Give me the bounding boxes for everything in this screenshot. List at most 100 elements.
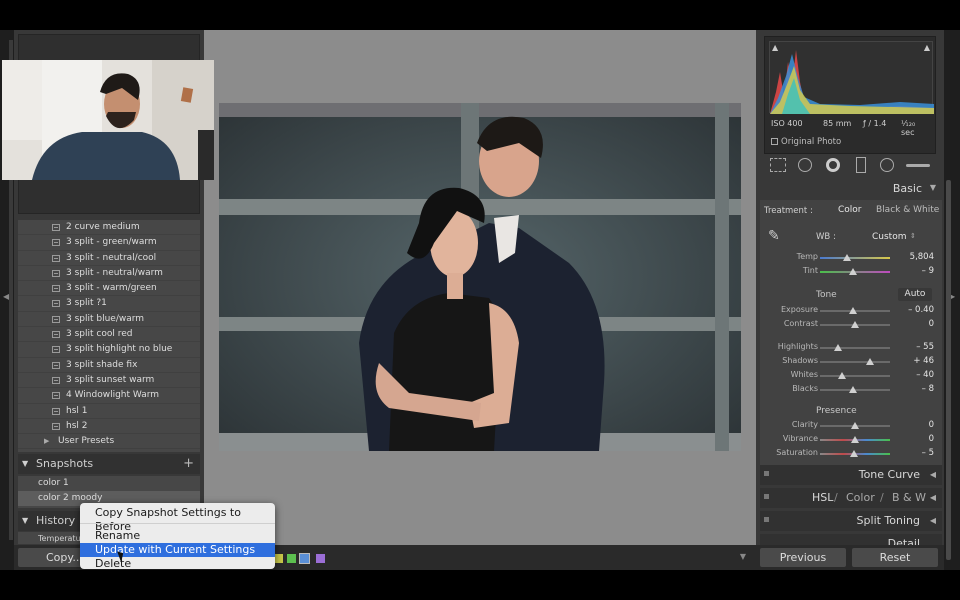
preset-icon — [52, 269, 60, 277]
preset-item[interactable]: hsl 1 — [18, 404, 200, 419]
expand-triangle-icon: ◀ — [929, 470, 936, 479]
toolbar-dropdown-icon[interactable]: ▼ — [740, 552, 746, 561]
whites-slider[interactable] — [820, 372, 890, 379]
color-label-green[interactable] — [287, 554, 296, 563]
hsl-header[interactable]: HSL / Color / B & W ◀ — [760, 488, 942, 508]
detail-header[interactable]: Detail — [760, 534, 942, 545]
slider-knob[interactable] — [833, 344, 842, 351]
expand-triangle-icon: ◀ — [929, 516, 936, 525]
treatment-bw-option[interactable]: Black & White — [876, 205, 939, 215]
wb-dropdown-icon[interactable]: ⇕ — [910, 232, 916, 240]
preset-item[interactable]: 3 split - neutral/cool — [18, 251, 200, 266]
exposure-row[interactable]: Exposure – 0.40 — [760, 305, 942, 317]
preset-item[interactable]: 3 split highlight no blue — [18, 342, 200, 358]
slider-knob[interactable] — [848, 268, 857, 275]
shadow-clipping-icon[interactable]: ▲ — [772, 43, 778, 52]
reset-button[interactable]: Reset — [852, 548, 938, 567]
eyedropper-icon[interactable]: ✎ — [768, 228, 780, 244]
slider-knob[interactable] — [851, 321, 859, 328]
histogram-graph[interactable]: ▲ ▲ — [769, 41, 934, 114]
preset-item[interactable]: 2 curve medium — [18, 220, 200, 236]
preset-item[interactable]: 3 split shade fix — [18, 358, 200, 373]
graduated-filter-icon[interactable] — [856, 157, 866, 173]
blacks-row[interactable]: Blacks – 8 — [760, 384, 942, 396]
panel-toggle-icon[interactable] — [764, 471, 769, 476]
contrast-slider[interactable] — [820, 321, 890, 328]
slider-knob[interactable] — [848, 386, 857, 393]
clarity-slider[interactable] — [820, 422, 890, 429]
snapshot-item[interactable]: color 1 — [18, 476, 200, 491]
crop-tool-icon[interactable] — [770, 158, 786, 172]
preset-item[interactable]: 3 split ?1 — [18, 296, 200, 312]
wb-dropdown[interactable]: Custom — [872, 232, 906, 242]
saturation-row[interactable]: Saturation – 5 — [760, 448, 942, 460]
preset-item[interactable]: 3 split - neutral/warm — [18, 266, 200, 282]
snapshots-header[interactable]: ▼ Snapshots + — [18, 454, 200, 474]
panel-toggle-icon[interactable] — [764, 517, 769, 522]
clarity-row[interactable]: Clarity 0 — [760, 420, 942, 432]
exposure-slider[interactable] — [820, 307, 890, 314]
slider-knob[interactable] — [851, 436, 859, 443]
shadows-slider[interactable] — [820, 358, 890, 365]
preset-item[interactable]: 3 split - green/warm — [18, 235, 200, 251]
preset-item[interactable]: 3 split sunset warm — [18, 373, 200, 389]
basic-header[interactable]: Basic ▼ — [764, 180, 940, 198]
add-snapshot-button[interactable]: + — [183, 454, 194, 474]
shutter-speed: ¹⁄₁₂₀ sec — [901, 119, 916, 137]
preset-item[interactable]: hsl 2 — [18, 419, 200, 435]
aperture: ƒ / 1.4 — [863, 119, 887, 128]
saturation-slider[interactable] — [820, 450, 890, 457]
vibrance-row[interactable]: Vibrance 0 — [760, 434, 942, 446]
slider-knob[interactable] — [866, 358, 875, 365]
hsl-tab[interactable]: HSL — [812, 491, 833, 504]
contrast-row[interactable]: Contrast 0 — [760, 319, 942, 331]
color-label-purple[interactable] — [316, 554, 325, 563]
slider-knob[interactable] — [838, 372, 847, 379]
color-label-blue[interactable] — [299, 553, 310, 564]
preset-item[interactable]: 3 split - warm/green — [18, 281, 200, 297]
tint-slider[interactable] — [820, 268, 890, 275]
vibrance-slider[interactable] — [820, 436, 890, 443]
auto-tone-button[interactable]: Auto — [898, 288, 932, 301]
whites-row[interactable]: Whites – 40 — [760, 370, 942, 382]
menu-update-with-current-settings[interactable]: Update with Current Settings — [80, 543, 275, 557]
preset-icon — [52, 254, 60, 262]
highlights-row[interactable]: Highlights – 55 — [760, 342, 942, 354]
menu-delete[interactable]: Delete — [80, 557, 275, 569]
color-label-yellow[interactable] — [274, 554, 283, 563]
menu-copy-snapshot-settings[interactable]: Copy Snapshot Settings to Before — [80, 506, 275, 533]
radial-filter-icon[interactable] — [880, 158, 894, 172]
image-view[interactable] — [204, 30, 756, 545]
webcam-image — [2, 60, 214, 180]
menu-rename[interactable]: Rename — [80, 529, 275, 543]
shadows-row[interactable]: Shadows + 46 — [760, 356, 942, 368]
bw-tab[interactable]: B & W — [892, 491, 926, 504]
tone-curve-header[interactable]: Tone Curve ◀ — [760, 465, 942, 485]
slider-knob[interactable] — [848, 307, 857, 314]
preset-icon — [52, 392, 60, 400]
preset-item[interactable]: 3 split cool red — [18, 327, 200, 343]
temp-row[interactable]: Temp 5,804 — [760, 252, 942, 264]
preset-item[interactable]: 4 Windowlight Warm — [18, 388, 200, 404]
highlights-slider[interactable] — [820, 344, 890, 351]
highlight-clipping-icon[interactable]: ▲ — [924, 43, 930, 52]
slider-knob[interactable] — [849, 450, 858, 457]
color-tab[interactable]: Color — [846, 491, 875, 504]
red-eye-icon[interactable] — [826, 158, 840, 172]
spot-removal-icon[interactable] — [798, 158, 812, 172]
panel-toggle-icon[interactable] — [764, 494, 769, 499]
preset-item[interactable]: 3 split blue/warm — [18, 312, 200, 328]
slider-knob[interactable] — [842, 254, 851, 261]
preset-icon — [52, 224, 60, 231]
adjustment-brush-icon[interactable] — [906, 164, 930, 167]
blacks-slider[interactable] — [820, 386, 890, 393]
slider-knob[interactable] — [851, 422, 859, 429]
user-presets-folder[interactable]: ▶ User Presets — [18, 434, 200, 450]
treatment-color-option[interactable]: Color — [838, 205, 862, 215]
original-photo-toggle[interactable]: Original Photo — [771, 137, 841, 147]
split-toning-header[interactable]: Split Toning ◀ — [760, 511, 942, 531]
right-scrollbar[interactable] — [946, 180, 951, 560]
tint-row[interactable]: Tint – 9 — [760, 266, 942, 278]
temp-slider[interactable] — [820, 254, 890, 261]
previous-button[interactable]: Previous — [760, 548, 846, 567]
